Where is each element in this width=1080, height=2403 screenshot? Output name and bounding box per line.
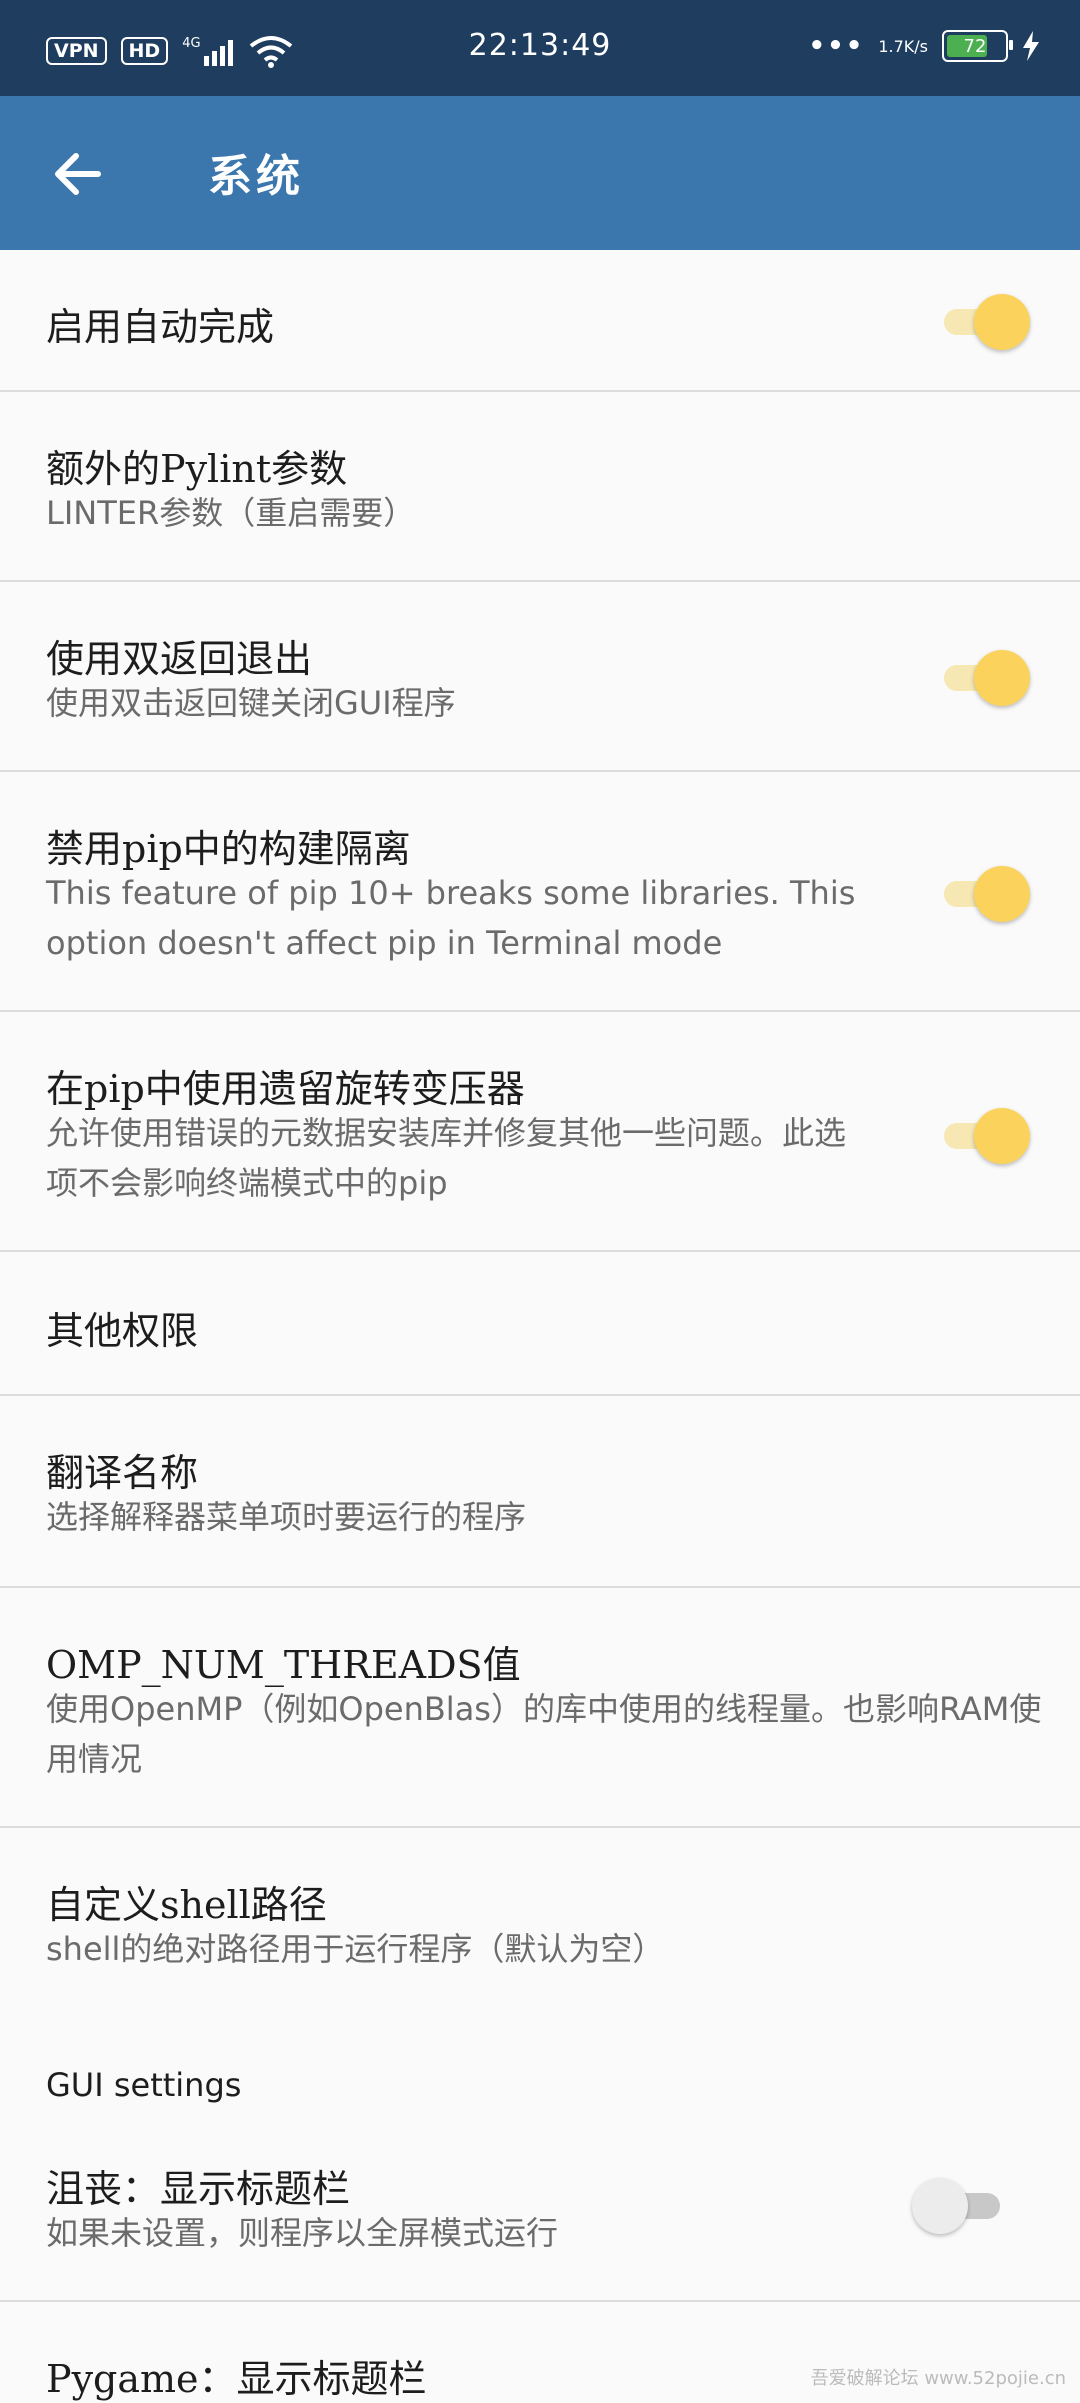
pref-pylint-args[interactable]: 额外的Pylint参数 LINTER参数（重启需要） xyxy=(0,392,1080,580)
pref-disable-build-isolation[interactable]: 禁用pip中的构建隔离 This feature of pip 10+ brea… xyxy=(0,772,1080,1010)
watermark: 吾爱破解论坛 www.52pojie.cn xyxy=(810,2368,1066,2389)
battery-icon: 72 xyxy=(942,30,1013,62)
pref-summary: 选择解释器菜单项时要运行的程序 xyxy=(46,1498,527,1536)
pref-title: 翻译名称 xyxy=(46,1451,199,1495)
charging-icon xyxy=(1023,31,1039,61)
pref-title: 其他权限 xyxy=(46,1309,199,1353)
double-back-switch[interactable] xyxy=(938,646,1030,706)
pref-summary: LINTER参数（重启需要） xyxy=(46,494,416,532)
pref-enable-autocomplete[interactable]: 启用自动完成 xyxy=(0,250,1080,390)
pref-title: OMP_NUM_THREADS值 xyxy=(46,1643,521,1687)
pref-title: 使用双返回退出 xyxy=(46,637,313,681)
section-header-gui: GUI settings xyxy=(46,2066,242,2104)
pref-title: 沮丧：显示标题栏 xyxy=(46,2167,351,2211)
pref-omp-threads[interactable]: OMP_NUM_THREADS值 使用OpenMP（例如OpenBlas）的库中… xyxy=(0,1588,1080,1826)
pref-title: 启用自动完成 xyxy=(46,305,275,349)
pref-summary: 允许使用错误的元数据安装库并修复其他一些问题。此选项不会影响终端模式中的pip xyxy=(46,1114,847,1202)
pref-title: 禁用pip中的构建隔离 xyxy=(46,827,411,871)
status-bar: VPN HD 4G 22:13:49 ••• 1.7K/s 72 xyxy=(0,0,1080,96)
app-bar: 系统 xyxy=(0,96,1080,250)
network-speed: 1.7K/s xyxy=(878,36,928,56)
pref-summary: 使用双击返回键关闭GUI程序 xyxy=(46,684,456,722)
pref-frustration-title-bar[interactable]: 沮丧：显示标题栏 如果未设置，则程序以全屏模式运行 xyxy=(0,2130,1080,2300)
pref-custom-shell-path[interactable]: 自定义shell路径 shell的绝对路径用于运行程序（默认为空） xyxy=(0,1828,1080,2018)
legacy-resolver-switch[interactable] xyxy=(938,1104,1030,1164)
autocomplete-switch[interactable] xyxy=(938,290,1030,350)
pref-summary: This feature of pip 10+ breaks some libr… xyxy=(46,874,856,962)
pref-title: 额外的Pylint参数 xyxy=(46,447,348,491)
pref-double-back-exit[interactable]: 使用双返回退出 使用双击返回键关闭GUI程序 xyxy=(0,582,1080,770)
pref-other-permissions[interactable]: 其他权限 xyxy=(0,1252,1080,1394)
more-notifications-icon: ••• xyxy=(808,31,865,61)
pref-summary: 使用OpenMP（例如OpenBlas）的库中使用的线程量。也影响RAM使用情况 xyxy=(46,1690,1042,1778)
pref-translate-name[interactable]: 翻译名称 选择解释器菜单项时要运行的程序 xyxy=(0,1396,1080,1586)
pref-title: Pygame：显示标题栏 xyxy=(46,2357,427,2401)
back-arrow-icon[interactable] xyxy=(46,142,110,206)
build-isolation-switch[interactable] xyxy=(938,862,1030,922)
pref-title: 在pip中使用遗留旋转变压器 xyxy=(46,1067,525,1111)
pref-summary: shell的绝对路径用于运行程序（默认为空） xyxy=(46,1930,665,1968)
pref-legacy-resolver[interactable]: 在pip中使用遗留旋转变压器 允许使用错误的元数据安装库并修复其他一些问题。此选… xyxy=(0,1012,1080,1250)
page-title: 系统 xyxy=(208,151,304,202)
title-bar-switch[interactable] xyxy=(912,2174,1004,2234)
pref-summary: 如果未设置，则程序以全屏模式运行 xyxy=(46,2214,559,2252)
pref-title: 自定义shell路径 xyxy=(46,1883,327,1927)
